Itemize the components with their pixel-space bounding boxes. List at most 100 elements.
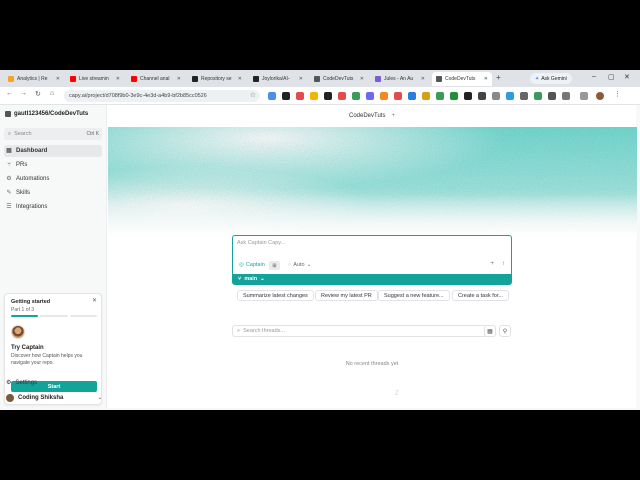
prompt-box[interactable]: Ask Captain Capy... ◎ Captain ⊞ ◌ Auto ⌄ + ↑… bbox=[232, 235, 512, 285]
send-arrow-icon[interactable]: ↑ bbox=[502, 261, 505, 267]
browser-tab-active[interactable]: CodeDevTuts ✕ bbox=[432, 72, 492, 86]
suggestion-label: Create a task for... bbox=[458, 292, 503, 299]
tab-label: CodeDevTuts bbox=[323, 76, 354, 82]
settings-button[interactable]: ⚙ Settings bbox=[6, 379, 37, 387]
extension-icon[interactable] bbox=[408, 92, 416, 100]
extension-icon[interactable] bbox=[296, 92, 304, 100]
browser-window: Analytics | Re ✕ Live streamin ✕ Channel a… bbox=[0, 70, 640, 410]
extension-icon[interactable] bbox=[268, 92, 276, 100]
browser-tab-3[interactable]: Repository se ✕ bbox=[188, 72, 246, 86]
extension-icon[interactable] bbox=[464, 92, 472, 100]
suggestion-chip[interactable]: Create a task for... bbox=[452, 290, 509, 301]
sidebar-item-label: Integrations bbox=[16, 204, 48, 210]
url-text: capy.ai/project/d708f9b0-3e9c-4e3d-a4b9-… bbox=[69, 93, 207, 99]
close-icon[interactable]: ✕ bbox=[56, 76, 60, 82]
tab-favicon-icon bbox=[314, 76, 320, 82]
browser-tab-0[interactable]: Analytics | Re ✕ bbox=[4, 72, 64, 86]
getting-started-title: Getting started bbox=[11, 299, 51, 305]
integrations-icon: ☰ bbox=[6, 204, 12, 210]
close-icon[interactable]: ✕ bbox=[484, 76, 488, 82]
avatar bbox=[6, 394, 14, 402]
view-toggle-icon[interactable]: ▦ bbox=[484, 325, 496, 337]
extension-icon[interactable] bbox=[324, 92, 332, 100]
chevron-down-icon: ⌄ bbox=[260, 276, 265, 282]
captain-mode-selector[interactable]: ◎ Captain bbox=[239, 262, 265, 268]
grid-icon: ▦ bbox=[6, 148, 12, 154]
reload-icon[interactable]: ↻ bbox=[35, 90, 41, 98]
close-icon[interactable]: ✕ bbox=[92, 297, 97, 304]
branch-selector[interactable]: ⑂ main ⌄ bbox=[233, 274, 511, 284]
suggestion-label: Review my latest PR bbox=[321, 292, 372, 299]
extension-icon[interactable] bbox=[450, 92, 458, 100]
tab-favicon-icon bbox=[8, 76, 14, 82]
address-bar[interactable]: capy.ai/project/d708f9b0-3e9c-4e3d-a4b9-… bbox=[64, 90, 260, 102]
browser-toolbar: ← → ↻ ⌂ capy.ai/project/d708f9b0-3e9c-4e… bbox=[0, 87, 640, 105]
tab-label: Analytics | Re bbox=[17, 76, 48, 82]
extension-icon[interactable] bbox=[506, 92, 514, 100]
extension-icon[interactable] bbox=[478, 92, 486, 100]
extension-icon[interactable] bbox=[562, 92, 570, 100]
workspace-switcher[interactable]: gautl123456/CodeDevTuts bbox=[5, 111, 88, 117]
thread-search-input[interactable]: ⌕ Search threads... bbox=[232, 325, 487, 337]
browser-tab-5[interactable]: CodeDevTuts ✕ bbox=[310, 72, 368, 86]
page-title-text: CodeDevTuts bbox=[349, 113, 386, 119]
extension-icon[interactable] bbox=[520, 92, 528, 100]
extension-icon[interactable] bbox=[282, 92, 290, 100]
extension-icon[interactable] bbox=[310, 92, 318, 100]
attach-icon[interactable]: ⊞ bbox=[269, 261, 280, 270]
gemini-label: Ask Gemini bbox=[541, 75, 567, 82]
extension-icon[interactable] bbox=[534, 92, 542, 100]
extension-icon[interactable] bbox=[352, 92, 360, 100]
close-icon[interactable]: ✕ bbox=[360, 76, 364, 82]
add-icon[interactable]: + bbox=[391, 113, 395, 119]
model-selector[interactable]: ◌ Auto ⌄ bbox=[288, 262, 311, 268]
profile-avatar[interactable] bbox=[596, 92, 604, 100]
filter-icon[interactable]: ⚲ bbox=[499, 325, 511, 337]
browser-tab-1[interactable]: Live streamin ✕ bbox=[66, 72, 124, 86]
close-icon[interactable]: ✕ bbox=[299, 76, 303, 82]
sidebar-item-prs[interactable]: ⑂ PRs bbox=[4, 159, 102, 171]
sidebar-item-integrations[interactable]: ☰ Integrations bbox=[4, 201, 102, 213]
ask-gemini-button[interactable]: ✦ Ask Gemini bbox=[530, 73, 572, 84]
tab-favicon-icon bbox=[70, 76, 76, 82]
minimize-icon[interactable]: – bbox=[592, 73, 596, 80]
gear-icon: ⚙ bbox=[6, 380, 12, 386]
sidebar-item-skills[interactable]: ✎ Skills bbox=[4, 187, 102, 199]
suggestion-chip[interactable]: Summarize latest changes bbox=[237, 290, 314, 301]
close-window-icon[interactable]: ✕ bbox=[624, 73, 630, 81]
extension-icon[interactable] bbox=[492, 92, 500, 100]
close-icon[interactable]: ✕ bbox=[177, 76, 181, 82]
add-icon[interactable]: + bbox=[490, 261, 494, 267]
back-icon[interactable]: ← bbox=[6, 90, 13, 97]
close-icon[interactable]: ✕ bbox=[116, 76, 120, 82]
extension-icon[interactable] bbox=[436, 92, 444, 100]
home-icon[interactable]: ⌂ bbox=[50, 90, 54, 97]
extension-icon[interactable] bbox=[380, 92, 388, 100]
bookmark-star-icon[interactable]: ☆ bbox=[250, 91, 256, 99]
new-tab-icon[interactable]: + bbox=[496, 73, 501, 82]
sidebar-search[interactable]: ⌕ Search Ctrl K bbox=[4, 128, 102, 140]
user-menu[interactable]: Coding Shiksha ⌄ bbox=[6, 394, 102, 402]
close-icon[interactable]: ✕ bbox=[238, 76, 242, 82]
extension-icon[interactable] bbox=[548, 92, 556, 100]
extension-icon[interactable] bbox=[338, 92, 346, 100]
prompt-input[interactable]: Ask Captain Capy... bbox=[237, 240, 285, 246]
suggestion-chip[interactable]: Review my latest PR bbox=[315, 290, 378, 301]
captain-label: Captain bbox=[245, 262, 265, 268]
sidebar-item-dashboard[interactable]: ▦ Dashboard bbox=[4, 145, 102, 157]
extension-icon[interactable] bbox=[366, 92, 374, 100]
suggestion-chip[interactable]: Suggest a new feature... bbox=[378, 290, 450, 301]
browser-tab-6[interactable]: Jules - An Au ✕ bbox=[371, 72, 429, 86]
extension-icon[interactable] bbox=[422, 92, 430, 100]
thread-search-placeholder: Search threads... bbox=[243, 328, 285, 334]
browser-tab-2[interactable]: Channel anal ✕ bbox=[127, 72, 185, 86]
close-icon[interactable]: ✕ bbox=[421, 76, 425, 82]
browser-tab-4[interactable]: Joylorika/AI- ✕ bbox=[249, 72, 307, 86]
menu-kebab-icon[interactable]: ⋮ bbox=[614, 90, 621, 98]
extension-icon[interactable] bbox=[394, 92, 402, 100]
extensions-puzzle-icon[interactable] bbox=[580, 92, 588, 100]
forward-icon[interactable]: → bbox=[20, 90, 27, 97]
maximize-icon[interactable]: ▢ bbox=[608, 73, 615, 81]
sidebar-item-label: Skills bbox=[16, 190, 31, 196]
sidebar-item-automations[interactable]: ⚙ Automations bbox=[4, 173, 102, 185]
